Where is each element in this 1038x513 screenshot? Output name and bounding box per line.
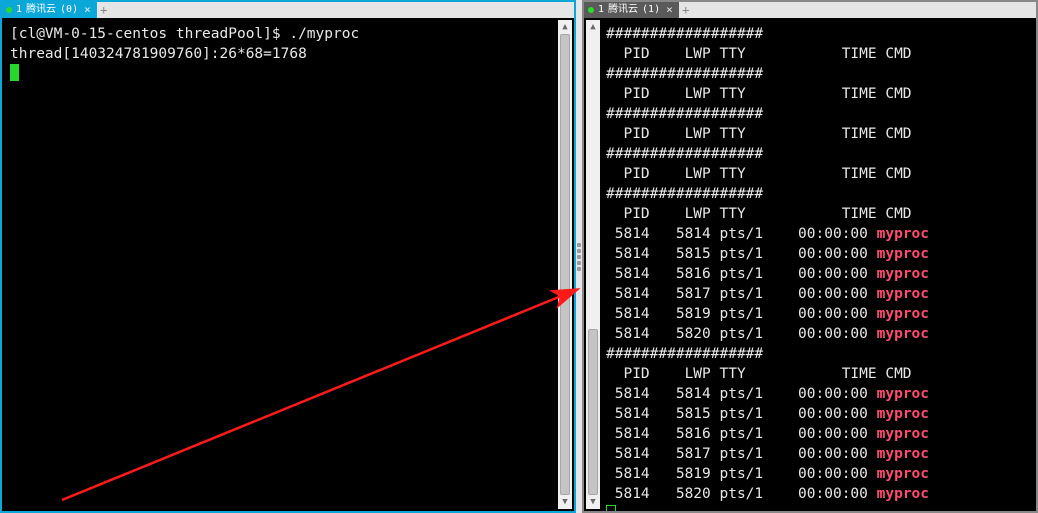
process-row: 5814 5815 pts/1 00:00:00 myproc <box>606 404 1028 424</box>
process-cmd: myproc <box>877 406 929 422</box>
scroll-thumb-right[interactable] <box>588 329 598 495</box>
process-cmd: myproc <box>877 486 929 502</box>
hash-divider: ################## <box>606 64 1028 84</box>
terminal-cursor-line <box>10 64 566 84</box>
process-cols: 5814 5820 pts/1 00:00:00 <box>606 326 877 342</box>
close-icon[interactable]: × <box>84 2 91 18</box>
tab-title: 腾讯云 <box>26 2 56 18</box>
cursor-outline-icon <box>606 505 616 511</box>
new-tab-button-right[interactable]: + <box>679 2 693 18</box>
process-cols: 5814 5816 pts/1 00:00:00 <box>606 426 877 442</box>
process-row: 5814 5817 pts/1 00:00:00 myproc <box>606 444 1028 464</box>
process-cols: 5814 5816 pts/1 00:00:00 <box>606 266 877 282</box>
process-cols: 5814 5814 pts/1 00:00:00 <box>606 386 877 402</box>
ps-header: PID LWP TTY TIME CMD <box>606 204 1028 224</box>
process-cmd: myproc <box>877 306 929 322</box>
ps-header: PID LWP TTY TIME CMD <box>606 124 1028 144</box>
tab-index: 1 <box>16 2 22 18</box>
pane-left: 1 腾讯云 (0) × + [cl@VM-0-15-centos threadP… <box>0 0 576 513</box>
tabbar-left: 1 腾讯云 (0) × + <box>2 2 574 18</box>
scroll-thumb-left[interactable] <box>560 34 570 495</box>
scrollbar-right[interactable]: ▲ ▼ <box>586 20 600 509</box>
scroll-up-icon[interactable]: ▲ <box>558 20 572 34</box>
process-cmd: myproc <box>877 446 929 462</box>
ps-header: PID LWP TTY TIME CMD <box>606 44 1028 64</box>
process-row: 5814 5814 pts/1 00:00:00 myproc <box>606 384 1028 404</box>
hash-divider: ################## <box>606 344 1028 364</box>
hash-divider: ################## <box>606 144 1028 164</box>
pane-right: 1 腾讯云 (1) × + ################## PID LWP… <box>582 0 1038 513</box>
tab-index: 1 <box>598 2 604 18</box>
process-cols: 5814 5817 pts/1 00:00:00 <box>606 286 877 302</box>
ps-header: PID LWP TTY TIME CMD <box>606 84 1028 104</box>
tabbar-right: 1 腾讯云 (1) × + <box>584 2 1036 18</box>
terminal-line: [cl@VM-0-15-centos threadPool]$ ./myproc <box>10 24 566 44</box>
process-cmd: myproc <box>877 386 929 402</box>
terminal-cursor-line <box>606 504 1028 511</box>
status-dot-icon <box>6 7 12 13</box>
process-cols: 5814 5819 pts/1 00:00:00 <box>606 466 877 482</box>
process-cols: 5814 5815 pts/1 00:00:00 <box>606 406 877 422</box>
cursor-icon <box>10 64 19 81</box>
scrollbar-left[interactable]: ▲ ▼ <box>558 20 572 509</box>
process-row: 5814 5820 pts/1 00:00:00 myproc <box>606 484 1028 504</box>
hash-divider: ################## <box>606 104 1028 124</box>
process-row: 5814 5817 pts/1 00:00:00 myproc <box>606 284 1028 304</box>
scroll-track-right[interactable] <box>587 34 599 495</box>
ps-header: PID LWP TTY TIME CMD <box>606 364 1028 384</box>
process-row: 5814 5820 pts/1 00:00:00 myproc <box>606 324 1028 344</box>
process-row: 5814 5819 pts/1 00:00:00 myproc <box>606 304 1028 324</box>
scroll-down-icon[interactable]: ▼ <box>558 495 572 509</box>
process-cmd: myproc <box>877 246 929 262</box>
process-row: 5814 5819 pts/1 00:00:00 myproc <box>606 464 1028 484</box>
process-row: 5814 5814 pts/1 00:00:00 myproc <box>606 224 1028 244</box>
process-cmd: myproc <box>877 426 929 442</box>
scroll-track-left[interactable] <box>559 34 571 495</box>
process-row: 5814 5816 pts/1 00:00:00 myproc <box>606 264 1028 284</box>
close-icon[interactable]: × <box>666 2 673 18</box>
scroll-down-icon[interactable]: ▼ <box>586 495 600 509</box>
process-cols: 5814 5820 pts/1 00:00:00 <box>606 486 877 502</box>
tab-right-1[interactable]: 1 腾讯云 (1) × <box>584 2 679 18</box>
new-tab-button-left[interactable]: + <box>97 2 111 18</box>
process-cols: 5814 5819 pts/1 00:00:00 <box>606 306 877 322</box>
terminal-line: thread[140324781909760]:26*68=1768 <box>10 44 566 64</box>
tab-left-1[interactable]: 1 腾讯云 (0) × <box>2 2 97 18</box>
process-cmd: myproc <box>877 226 929 242</box>
ps-header: PID LWP TTY TIME CMD <box>606 164 1028 184</box>
process-cols: 5814 5817 pts/1 00:00:00 <box>606 446 877 462</box>
process-cmd: myproc <box>877 286 929 302</box>
tab-suffix: (0) <box>60 2 78 18</box>
process-cmd: myproc <box>877 466 929 482</box>
process-cols: 5814 5814 pts/1 00:00:00 <box>606 226 877 242</box>
splitter-grip-icon <box>577 243 581 271</box>
status-dot-icon <box>588 7 594 13</box>
process-cmd: myproc <box>877 266 929 282</box>
app-root: 1 腾讯云 (0) × + [cl@VM-0-15-centos threadP… <box>0 0 1038 513</box>
tab-title: 腾讯云 <box>608 2 638 18</box>
process-cols: 5814 5815 pts/1 00:00:00 <box>606 246 877 262</box>
scroll-up-icon[interactable]: ▲ <box>586 20 600 34</box>
process-cmd: myproc <box>877 326 929 342</box>
process-row: 5814 5816 pts/1 00:00:00 myproc <box>606 424 1028 444</box>
terminal-right[interactable]: ################## PID LWP TTY TIME CMD#… <box>584 18 1036 511</box>
hash-divider: ################## <box>606 24 1028 44</box>
tab-suffix: (1) <box>642 2 660 18</box>
terminal-left[interactable]: [cl@VM-0-15-centos threadPool]$ ./myproc… <box>2 18 574 511</box>
process-row: 5814 5815 pts/1 00:00:00 myproc <box>606 244 1028 264</box>
hash-divider: ################## <box>606 184 1028 204</box>
